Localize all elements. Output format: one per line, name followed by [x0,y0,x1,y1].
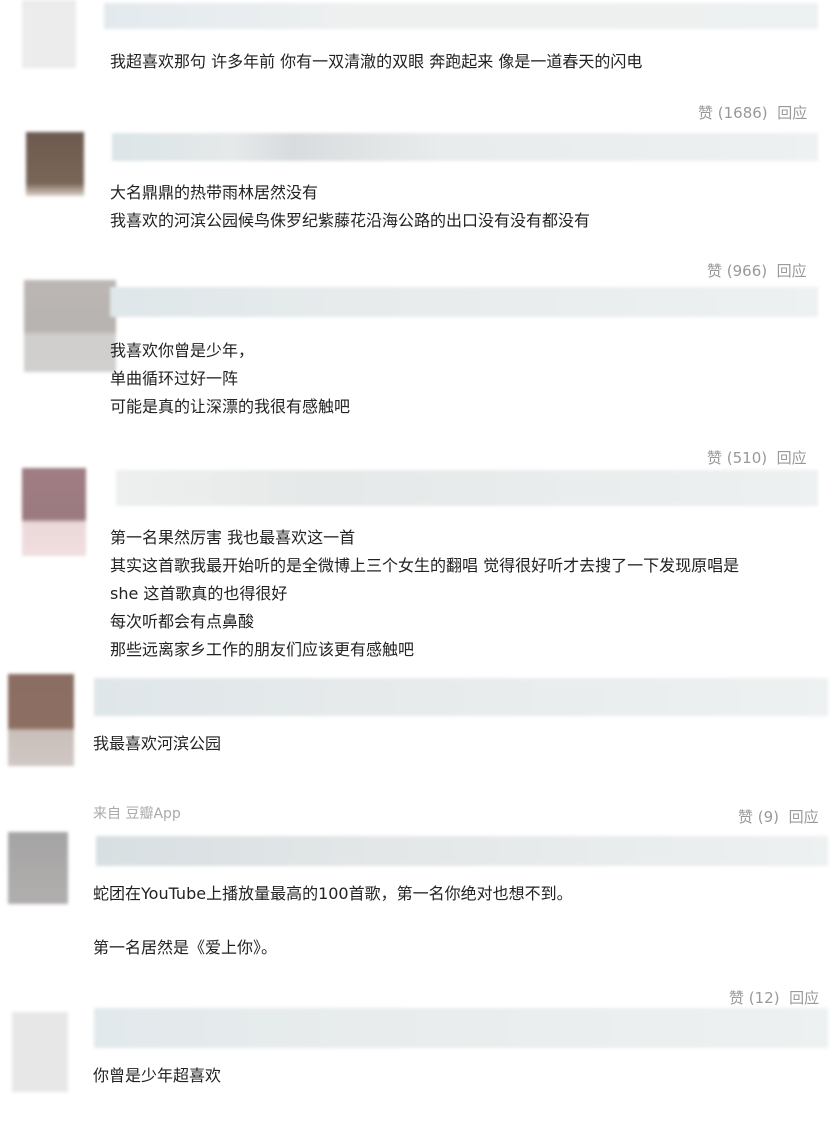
comment-text: 第一名居然是《爱上你》。 [93,938,278,957]
comment-actions: 赞 (966) 回应 [707,260,807,281]
username-blurred[interactable] [94,678,828,716]
comment-text: 单曲循环过好一阵 [110,369,239,388]
reply-button[interactable]: 回应 [789,989,819,1007]
comment-text: 大名鼎鼎的热带雨林居然没有 [110,183,319,202]
like-button[interactable]: 赞 (966) [707,262,767,280]
comment-source: 来自 豆瓣App [93,806,181,822]
username-blurred[interactable] [116,470,818,506]
avatar[interactable] [8,832,68,904]
avatar[interactable] [24,280,116,372]
like-button[interactable]: 赞 (12) [729,989,780,1007]
reply-button[interactable]: 回应 [777,104,807,122]
avatar[interactable] [26,132,84,196]
comment-text: 其实这首歌我最开始听的是全微博上三个女生的翻唱 觉得很好听才去搜了一下发现原唱是 [110,556,740,575]
like-button[interactable]: 赞 (9) [738,808,779,826]
comment-text: she 这首歌真的也得很好 [110,584,288,603]
comment-actions: 赞 (1686) 回应 [698,102,807,123]
comment-text: 我最喜欢河滨公园 [93,734,222,753]
comment-text: 我喜欢的河滨公园候鸟侏罗纪紫藤花沿海公路的出口没有没有都没有 [110,211,591,230]
avatar[interactable] [22,468,86,556]
reply-button[interactable]: 回应 [777,262,807,280]
username-blurred[interactable] [94,1008,828,1048]
comment-text: 可能是真的让深漂的我很有感触吧 [110,397,351,416]
username-blurred[interactable] [104,3,818,29]
comment-actions: 赞 (510) 回应 [707,447,807,468]
avatar[interactable] [8,674,74,766]
comment-text: 我超喜欢那句 许多年前 你有一双清澈的双眼 奔跑起来 像是一道春天的闪电 [110,52,643,71]
reply-button[interactable]: 回应 [789,808,819,826]
like-button[interactable]: 赞 (510) [707,449,767,467]
avatar[interactable] [12,1012,68,1092]
comment-text: 蛇团在YouTube上播放量最高的100首歌，第一名你绝对也想不到。 [93,884,573,903]
comment-text: 我喜欢你曾是少年， [110,341,255,360]
comment-actions: 赞 (12) 回应 [729,987,819,1008]
comment-text: 那些远离家乡工作的朋友们应该更有感触吧 [110,640,415,659]
reply-button[interactable]: 回应 [777,449,807,467]
username-blurred[interactable] [112,133,818,161]
username-blurred[interactable] [110,287,818,317]
like-button[interactable]: 赞 (1686) [698,104,768,122]
comment-text: 你曾是少年超喜欢 [93,1066,222,1085]
comment-text: 第一名果然厉害 我也最喜欢这一首 [110,528,356,547]
comment-actions: 赞 (9) 回应 [738,806,819,827]
username-blurred[interactable] [96,836,828,866]
comment-text: 每次听都会有点鼻酸 [110,612,255,631]
avatar[interactable] [22,0,76,68]
